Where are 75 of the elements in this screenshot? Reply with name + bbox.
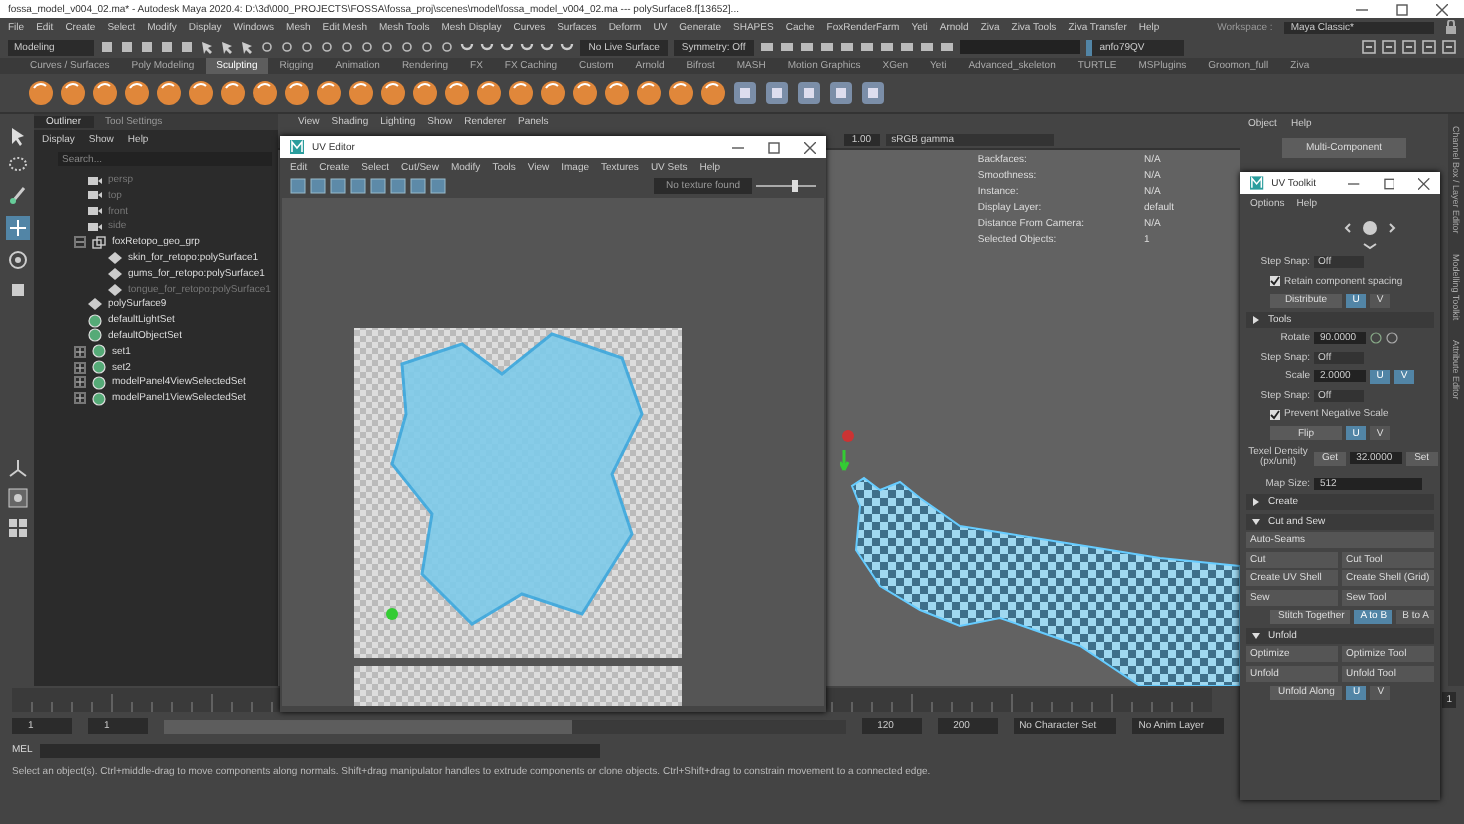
- shelf-tool-icon[interactable]: [860, 80, 886, 106]
- shelf-tool-icon[interactable]: [764, 80, 790, 106]
- sculpt-brush-icon[interactable]: [188, 80, 214, 106]
- sculpt-brush-icon[interactable]: [220, 80, 246, 106]
- rotate-tool-icon[interactable]: [7, 250, 27, 270]
- sculpt-brush-icon[interactable]: [92, 80, 118, 106]
- shelf-tool-icon[interactable]: [796, 80, 822, 106]
- slider-icon[interactable]: [756, 178, 816, 194]
- shelf-tool-icon[interactable]: [732, 80, 758, 106]
- command-input-field[interactable]: [40, 743, 601, 757]
- axis-icon[interactable]: [7, 458, 27, 478]
- shelf-tool-icon[interactable]: [828, 80, 854, 106]
- maximize-icon[interactable]: [1383, 177, 1395, 189]
- uv-move-arrows-icon[interactable]: [1340, 216, 1400, 252]
- expand-arrow-icon[interactable]: [1252, 315, 1260, 323]
- sculpt-brush-icon[interactable]: [508, 80, 534, 106]
- sculpt-brush-icon[interactable]: [700, 80, 726, 106]
- sculpt-brush-icon[interactable]: [668, 80, 694, 106]
- sculpt-brush-icon[interactable]: [476, 80, 502, 106]
- camera-icon: [88, 175, 102, 185]
- input-field[interactable]: [959, 40, 1080, 54]
- expand-toggle[interactable]: [74, 392, 86, 405]
- four-view-layout-icon[interactable]: [7, 518, 27, 538]
- sculpt-brush-icon[interactable]: [540, 80, 566, 106]
- maximize-icon[interactable]: [768, 141, 780, 153]
- select-arrow-icon[interactable]: [7, 126, 27, 146]
- sculpt-brush-icon[interactable]: [380, 80, 406, 106]
- expand-toggle[interactable]: [74, 361, 86, 374]
- layout-icon[interactable]: [7, 488, 27, 508]
- sculpt-brush-icon[interactable]: [604, 80, 630, 106]
- expand-arrow-icon[interactable]: [1252, 631, 1260, 639]
- close-icon[interactable]: [1418, 177, 1430, 189]
- panel-toggle-icon[interactable]: [1402, 40, 1416, 54]
- expand-arrow-icon[interactable]: [1252, 517, 1260, 525]
- sculpt-brush-icon[interactable]: [28, 80, 54, 106]
- sculpt-brush-icon[interactable]: [412, 80, 438, 106]
- close-icon[interactable]: [1436, 3, 1448, 15]
- expand-toggle[interactable]: [74, 236, 86, 249]
- scale-tool-icon[interactable]: [7, 280, 27, 300]
- group-icon: [92, 235, 106, 250]
- expand-toggle[interactable]: [74, 376, 86, 389]
- panel-toggle-icon[interactable]: [1422, 40, 1436, 54]
- sculpt-brush-icon[interactable]: [252, 80, 278, 106]
- panel-toggle-icon[interactable]: [1382, 40, 1396, 54]
- lasso-icon[interactable]: [7, 156, 27, 176]
- close-icon[interactable]: [804, 141, 816, 153]
- panel-toggle-icon[interactable]: [1362, 40, 1376, 54]
- checkbox[interactable]: [1270, 276, 1280, 286]
- expand-arrow-icon[interactable]: [1252, 498, 1260, 506]
- sculpt-brush-icon[interactable]: [156, 80, 182, 106]
- paint-brush-icon[interactable]: [7, 186, 27, 206]
- minimize-icon[interactable]: [1356, 3, 1368, 15]
- range-slider[interactable]: [164, 719, 846, 733]
- sculpt-brush-icon[interactable]: [124, 80, 150, 106]
- sculpt-brush-icon[interactable]: [444, 80, 470, 106]
- maximize-icon[interactable]: [1396, 3, 1408, 15]
- sculpt-brush-icon[interactable]: [636, 80, 662, 106]
- sculpt-brush-icon[interactable]: [60, 80, 86, 106]
- camera-icon: [88, 221, 102, 232]
- sculpt-brush-icon[interactable]: [348, 80, 374, 106]
- panel-toggle-icon[interactable]: [1442, 40, 1456, 54]
- checkbox[interactable]: [1270, 409, 1280, 419]
- range-slider-handle[interactable]: [164, 719, 573, 733]
- sculpt-brush-icon[interactable]: [284, 80, 310, 106]
- sculpt-brush-icon[interactable]: [316, 80, 342, 106]
- camera-icon: [88, 190, 102, 201]
- expand-toggle[interactable]: [74, 345, 86, 358]
- minimize-icon[interactable]: [1348, 177, 1360, 189]
- camera-icon: [88, 206, 102, 217]
- rotate-counterclockwise-icon[interactable]: [1370, 332, 1382, 344]
- lock-icon[interactable]: [1446, 20, 1456, 34]
- minimize-icon[interactable]: [732, 141, 744, 153]
- move-tool-icon[interactable]: [5, 216, 29, 240]
- rotate-clockwise-icon[interactable]: [1386, 332, 1398, 344]
- sculpt-brush-icon[interactable]: [572, 80, 598, 106]
